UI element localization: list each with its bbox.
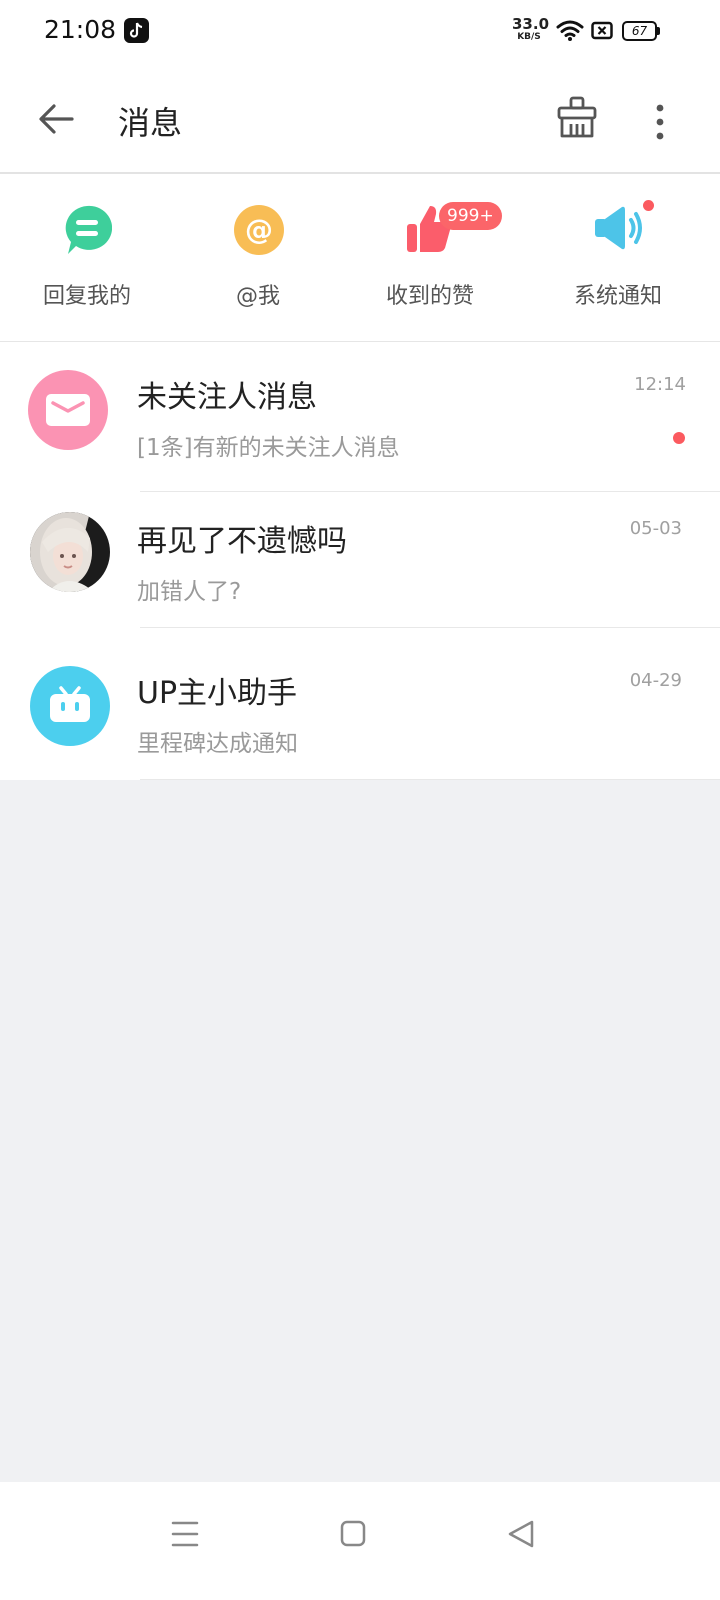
divider <box>140 779 720 780</box>
conversation-name: 未关注人消息 <box>137 380 317 415</box>
category-label-likes: 收到的赞 <box>385 284 474 309</box>
user-avatar <box>30 512 110 592</box>
reply-bubble-icon <box>62 204 113 260</box>
no-sim-icon <box>591 20 613 46</box>
app-header: 消息 <box>0 64 720 174</box>
back-arrow-icon <box>39 104 74 134</box>
network-speed-value: 33.0 <box>512 15 550 33</box>
network-speed-unit: KB/S <box>517 32 541 42</box>
conversation-time: 12:14 <box>634 374 686 395</box>
tiktok-icon <box>124 18 149 43</box>
at-sign-icon: @ <box>233 204 285 260</box>
back-nav-button[interactable] <box>496 1509 546 1559</box>
conversation-list: 未关注人消息 [1条]有新的未关注人消息 12:14 再见了不遗憾吗 加错人了?… <box>0 342 720 780</box>
conversation-preview: [1条]有新的未关注人消息 <box>137 435 400 461</box>
category-likes[interactable]: 收到的赞 <box>350 174 510 342</box>
conversation-item[interactable]: 未关注人消息 [1条]有新的未关注人消息 12:14 <box>0 342 720 492</box>
conversation-time: 04-29 <box>629 670 682 691</box>
category-replies[interactable]: 回复我的 <box>7 174 167 342</box>
conversation-preview: 里程碑达成通知 <box>137 731 298 757</box>
svg-text:@: @ <box>245 213 273 246</box>
envelope-icon <box>28 370 108 450</box>
square-icon <box>340 1520 366 1547</box>
conversation-item[interactable]: UP主小助手 里程碑达成通知 04-29 <box>0 628 720 780</box>
likes-count-badge: 999+ <box>439 202 502 230</box>
conversation-name: 再见了不遗憾吗 <box>137 524 347 559</box>
recent-apps-button[interactable] <box>160 1509 210 1559</box>
network-speed: 33.0 KB/S <box>512 15 550 42</box>
speaker-icon <box>594 204 644 256</box>
tv-robot-icon <box>30 666 110 746</box>
more-options-button[interactable] <box>640 100 680 144</box>
conversation-name: UP主小助手 <box>137 676 298 711</box>
triangle-back-icon <box>508 1520 534 1548</box>
system-nav-bar <box>0 1482 720 1600</box>
category-label-replies: 回复我的 <box>42 284 131 309</box>
wifi-icon <box>556 19 584 45</box>
category-label-system: 系统通知 <box>573 284 662 309</box>
more-vertical-icon <box>656 104 664 140</box>
broom-icon <box>557 96 597 138</box>
system-notice-dot <box>643 200 654 211</box>
home-button[interactable] <box>328 1509 378 1559</box>
back-button[interactable] <box>36 99 76 139</box>
page-title: 消息 <box>118 104 183 142</box>
category-system-notices[interactable]: 系统通知 <box>538 174 698 342</box>
status-time: 21:08 <box>44 15 117 44</box>
clear-unread-button[interactable] <box>555 96 599 140</box>
category-mentions[interactable]: @ @我 <box>178 174 338 342</box>
conversation-preview: 加错人了? <box>137 579 242 605</box>
conversation-item[interactable]: 再见了不遗憾吗 加错人了? 05-03 <box>0 476 720 628</box>
battery-level: 67 <box>631 24 648 38</box>
battery-icon: 67 <box>622 21 660 41</box>
status-bar: 21:08 33.0 KB/S 67 <box>0 0 720 64</box>
message-categories: 回复我的 @ @我 收到的赞 系统通知 <box>0 174 720 342</box>
unread-dot <box>673 432 685 444</box>
category-label-mentions: @我 <box>235 284 280 309</box>
menu-icon <box>171 1521 199 1547</box>
conversation-time: 05-03 <box>629 518 682 539</box>
